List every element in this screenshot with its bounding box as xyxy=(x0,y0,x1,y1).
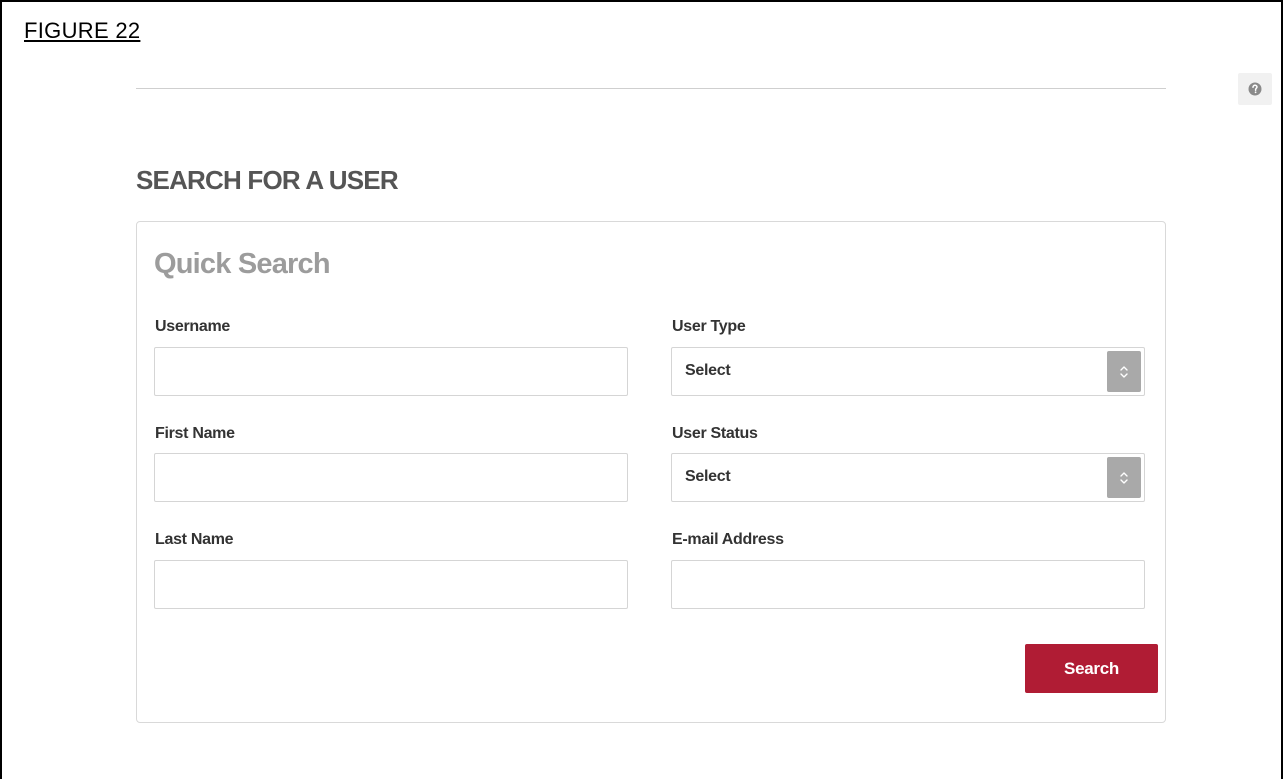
user-type-select[interactable]: Select xyxy=(671,347,1145,396)
first-name-input[interactable] xyxy=(154,453,628,502)
user-status-selected-value: Select xyxy=(685,468,731,485)
user-status-select[interactable]: Select xyxy=(671,453,1145,502)
username-label: Username xyxy=(155,318,230,335)
header-divider xyxy=(136,88,1166,89)
page-title: SEARCH FOR A USER xyxy=(136,165,399,195)
question-circle-icon xyxy=(1248,82,1262,96)
last-name-input[interactable] xyxy=(154,560,628,609)
user-status-label: User Status xyxy=(672,425,758,442)
help-button[interactable] xyxy=(1238,73,1272,105)
user-type-selected-value: Select xyxy=(685,362,731,379)
search-button[interactable]: Search xyxy=(1025,644,1158,693)
last-name-label: Last Name xyxy=(155,531,234,548)
chevron-up-down-icon xyxy=(1120,471,1128,484)
user-type-label: User Type xyxy=(672,318,746,335)
chevron-up-down-icon xyxy=(1120,365,1128,378)
email-input[interactable] xyxy=(671,560,1145,609)
first-name-label: First Name xyxy=(155,425,235,442)
select-caret-icon xyxy=(1107,351,1141,392)
figure-label: FIGURE 22 xyxy=(24,18,141,43)
username-input[interactable] xyxy=(154,347,628,396)
quick-search-title: Quick Search xyxy=(154,248,331,280)
email-label: E-mail Address xyxy=(672,531,784,548)
select-caret-icon xyxy=(1107,457,1141,498)
